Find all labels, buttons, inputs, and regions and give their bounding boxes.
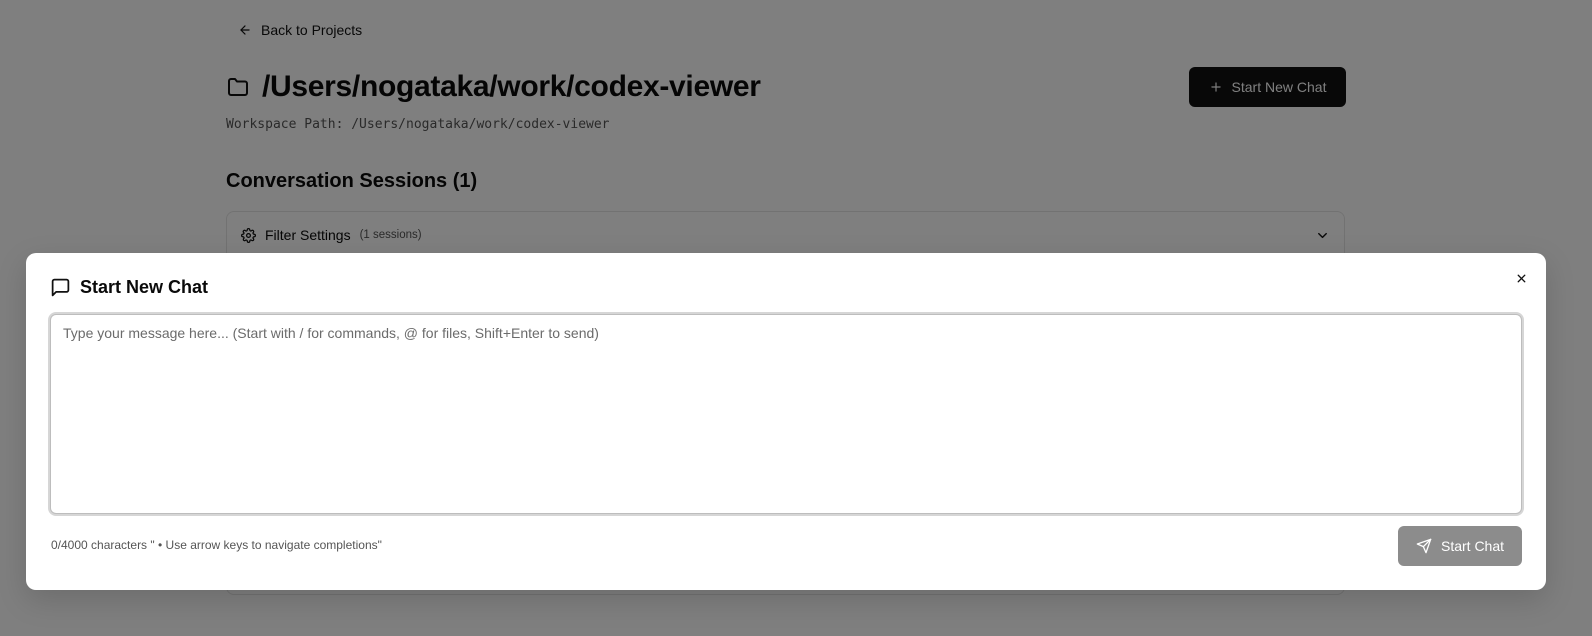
start-chat-label: Start Chat [1440, 538, 1505, 554]
message-input[interactable] [50, 314, 1522, 514]
close-icon [1517, 274, 1525, 282]
modal-header: Start New Chat [50, 277, 208, 298]
character-count: 0/4000 characters " • Use arrow keys to … [51, 538, 382, 552]
modal-title: Start New Chat [80, 277, 209, 297]
send-icon [1416, 538, 1432, 554]
start-chat-button[interactable]: Start Chat [1398, 526, 1522, 566]
new-chat-modal: Start New Chat 0/4000 characters " • Use… [26, 253, 1546, 590]
message-square-icon [51, 278, 70, 297]
close-modal-button[interactable] [1512, 269, 1530, 287]
